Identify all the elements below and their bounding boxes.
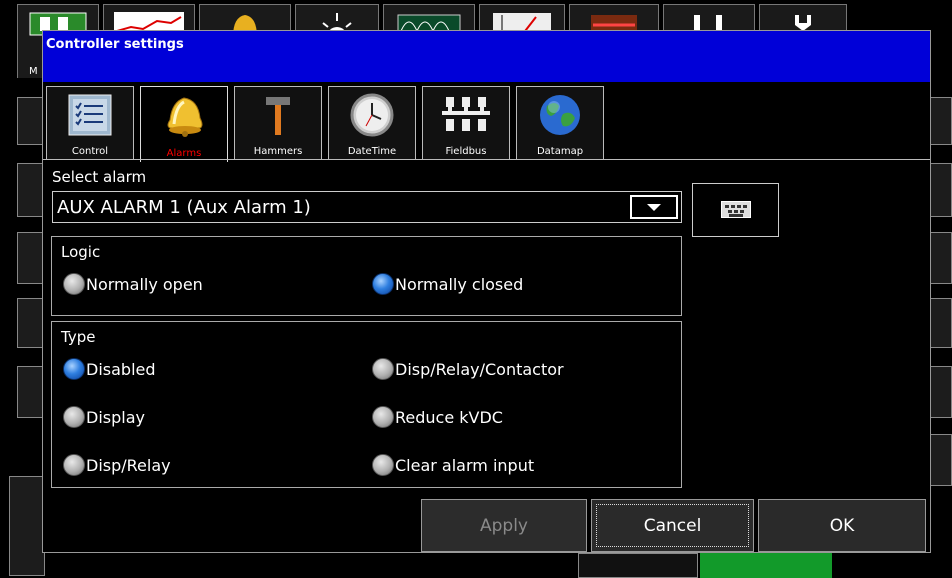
radio-disp-relay[interactable]: Disp/Relay: [63, 454, 171, 476]
globe-icon: [534, 91, 586, 139]
bg-toolbar-letter: M: [29, 66, 38, 77]
hammer-icon: [252, 91, 304, 139]
bg-right-button-4: [930, 298, 952, 348]
radio-reduce-kvdc[interactable]: Reduce kVDC: [372, 406, 503, 428]
tab-datetime[interactable]: DateTime: [328, 86, 416, 160]
bg-bottom-status-bar: [700, 553, 832, 578]
checklist-icon: [64, 91, 116, 139]
keyboard-button[interactable]: [692, 183, 779, 237]
tab-fieldbus[interactable]: Fieldbus: [422, 86, 510, 160]
tab-control-label: Control: [71, 146, 109, 157]
radio-normally-open[interactable]: Normally open: [63, 273, 203, 295]
type-group-title: Type: [61, 328, 96, 346]
network-icon: [440, 91, 492, 139]
dialog-title: Controller settings: [46, 37, 184, 52]
keyboard-icon: [721, 201, 751, 218]
tab-strip: Control Alarms Hammers DateTime Fieldbus: [43, 84, 930, 162]
radio-normally-closed[interactable]: Normally closed: [372, 273, 523, 295]
tab-hammers-label: Hammers: [253, 146, 303, 157]
radio-disabled[interactable]: Disabled: [63, 358, 156, 380]
radio-normally-closed-label: Normally closed: [395, 274, 524, 294]
tab-datamap[interactable]: Datamap: [516, 86, 604, 160]
radio-button-icon: [372, 358, 394, 380]
radio-disp-relay-contactor-label: Disp/Relay/Contactor: [395, 359, 564, 379]
ok-button[interactable]: OK: [758, 499, 926, 552]
radio-button-icon: [63, 273, 85, 295]
logic-group: Logic Normally open Normally closed: [51, 236, 682, 316]
tab-divider: [43, 159, 930, 160]
logic-group-title: Logic: [61, 243, 101, 261]
tab-alarms[interactable]: Alarms: [140, 86, 228, 162]
apply-button[interactable]: Apply: [421, 499, 587, 552]
radio-display[interactable]: Display: [63, 406, 145, 428]
radio-button-icon: [63, 406, 85, 428]
radio-button-selected-icon: [372, 273, 394, 295]
tab-datamap-label: Datamap: [536, 146, 584, 157]
clock-icon: [346, 91, 398, 139]
radio-reduce-kvdc-label: Reduce kVDC: [395, 407, 503, 427]
bg-side-button-6: [9, 476, 45, 576]
radio-button-icon: [372, 454, 394, 476]
bg-bottom-button: [578, 553, 698, 578]
bg-right-button-5: [930, 366, 952, 418]
type-group: Type Disabled Disp/Relay/Contactor Displ…: [51, 321, 682, 488]
tab-control[interactable]: Control: [46, 86, 134, 160]
select-alarm-label: Select alarm: [52, 168, 147, 186]
alarm-select-value: AUX ALARM 1 (Aux Alarm 1): [57, 197, 311, 218]
radio-clear-alarm-input-label: Clear alarm input: [395, 455, 535, 475]
radio-clear-alarm-input[interactable]: Clear alarm input: [372, 454, 534, 476]
chevron-down-icon[interactable]: [630, 195, 678, 219]
bg-right-button-6: [930, 434, 952, 486]
radio-normally-open-label: Normally open: [86, 274, 203, 294]
radio-disp-relay-contactor[interactable]: Disp/Relay/Contactor: [372, 358, 564, 380]
bg-right-button-1: [930, 97, 952, 145]
radio-button-icon: [372, 406, 394, 428]
alarm-select[interactable]: AUX ALARM 1 (Aux Alarm 1): [52, 191, 682, 223]
tab-datetime-label: DateTime: [347, 146, 397, 157]
radio-disabled-label: Disabled: [86, 359, 156, 379]
cancel-button[interactable]: Cancel: [591, 499, 754, 552]
radio-button-icon: [63, 454, 85, 476]
controller-settings-dialog: Controller settings Control Alarms Hamme…: [42, 30, 931, 553]
radio-button-selected-icon: [63, 358, 85, 380]
tab-hammers[interactable]: Hammers: [234, 86, 322, 160]
bg-right-button-2: [930, 163, 952, 217]
tab-fieldbus-label: Fieldbus: [445, 146, 487, 157]
dialog-title-bar: Controller settings: [43, 31, 930, 82]
tab-alarms-label: Alarms: [166, 148, 202, 159]
radio-disp-relay-label: Disp/Relay: [86, 455, 171, 475]
radio-display-label: Display: [86, 407, 145, 427]
bell-icon: [158, 91, 210, 139]
bg-right-button-3: [930, 232, 952, 284]
